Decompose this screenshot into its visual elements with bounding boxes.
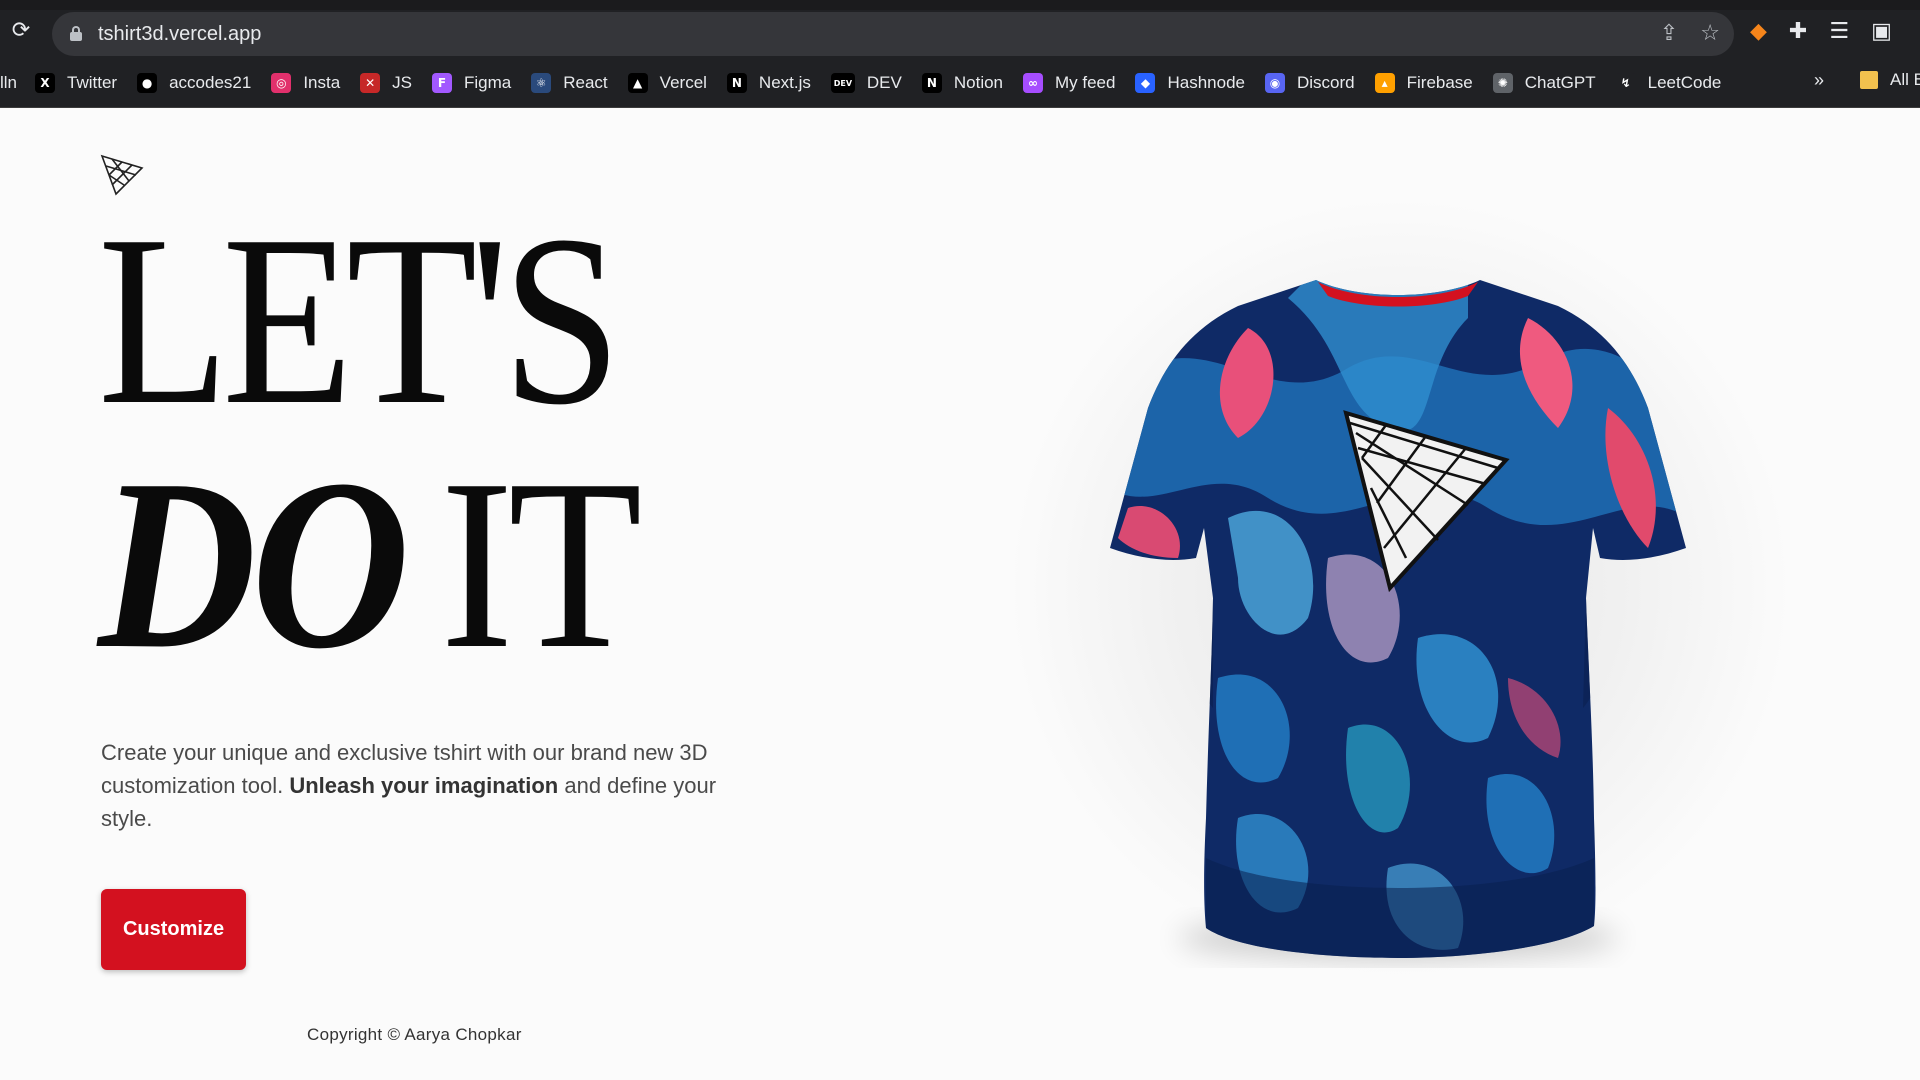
dailydev-icon: ∞ — [1023, 73, 1043, 93]
page-content: LET'S DO IT Create your unique and exclus… — [0, 108, 1920, 1080]
chatgpt-icon: ✺ — [1492, 73, 1513, 93]
bookmark-react[interactable]: ⚛ React — [521, 66, 617, 100]
extensions-icon[interactable]: ✚ — [1789, 20, 1807, 44]
bookmark-label: ChatGPT — [1524, 73, 1596, 92]
folder-icon — [1860, 71, 1878, 89]
tab-strip — [0, 0, 1920, 10]
bookmark-label: JS — [392, 73, 413, 92]
url-text[interactable]: tshirt3d.vercel.app — [98, 23, 261, 46]
bookmark-twitter[interactable]: X Twitter — [25, 66, 127, 100]
copyright-text: Copyright © Aarya Chopkar — [307, 1025, 522, 1044]
bookmark-label: Notion — [953, 73, 1003, 92]
bookmark-figma[interactable]: F Figma — [422, 66, 521, 100]
browser-toolbar: ⟳ tshirt3d.vercel.app ⇪ ☆ ◆ ✚ ☰ ▣ — [0, 0, 1920, 58]
hero-headline: LET'S DO IT — [98, 198, 697, 686]
share-icon[interactable]: ⇪ — [1660, 22, 1678, 46]
bookmark-my-feed[interactable]: ∞ My feed — [1013, 66, 1125, 100]
react-icon: ⚛ — [531, 73, 552, 93]
address-bar[interactable]: tshirt3d.vercel.app ⇪ ☆ — [52, 12, 1734, 56]
notion-icon: N — [921, 73, 942, 93]
customize-button[interactable]: Customize — [101, 889, 246, 970]
bookmark-notion[interactable]: N Notion — [912, 66, 1013, 100]
bookmarks-overflow-button[interactable]: » — [1814, 70, 1824, 91]
bookmark-label: Insta — [303, 73, 341, 92]
desc-bold-text: Unleash your imagination — [289, 773, 559, 798]
leetcode-icon: ↯ — [1615, 73, 1636, 93]
bookmark-star-icon[interactable]: ☆ — [1700, 22, 1720, 46]
x-icon: X — [35, 73, 56, 93]
hero-description: Create your unique and exclusive tshirt … — [101, 736, 741, 835]
js-icon: ✕ — [360, 73, 381, 93]
reload-icon[interactable]: ⟳ — [10, 20, 32, 42]
bookmark-vercel[interactable]: ▲ Vercel — [618, 66, 717, 100]
bookmark-js[interactable]: ✕ JS — [350, 66, 422, 100]
bookmark-label: Next.js — [758, 73, 811, 92]
bookmark-accodes21[interactable]: ● accodes21 — [127, 66, 261, 100]
bookmark-lln[interactable]: lln — [0, 66, 25, 100]
figma-icon: F — [432, 73, 453, 93]
bookmark-insta[interactable]: ◎ Insta — [261, 66, 350, 100]
headline-line-1: LET'S — [98, 185, 621, 455]
nextjs-icon: N — [726, 73, 747, 93]
bookmark-label: lln — [0, 73, 18, 92]
bookmark-label: Vercel — [659, 73, 707, 92]
discord-icon: ◉ — [1265, 73, 1285, 93]
bookmark-label: Twitter — [67, 73, 118, 92]
tshirt-3d-model[interactable] — [1088, 258, 1708, 968]
bookmark-label: Hashnode — [1167, 73, 1245, 92]
lock-icon[interactable] — [70, 26, 82, 41]
headline-it: IT — [440, 429, 642, 699]
all-bookmarks-label: All B — [1890, 70, 1920, 89]
metamask-icon[interactable]: ◆ — [1750, 20, 1767, 44]
firebase-icon: ▴ — [1374, 73, 1395, 93]
bookmark-label: React — [563, 73, 608, 92]
bookmark-hashnode[interactable]: ◆ Hashnode — [1125, 66, 1255, 100]
all-bookmarks-button[interactable]: All B — [1860, 70, 1920, 90]
bookmark-leetcode[interactable]: ↯ LeetCode — [1606, 66, 1732, 100]
bookmark-next-js[interactable]: N Next.js — [717, 66, 821, 100]
instagram-icon: ◎ — [271, 73, 292, 93]
bookmark-discord[interactable]: ◉ Discord — [1255, 66, 1365, 100]
bookmark-label: Firebase — [1406, 73, 1473, 92]
bookmark-dev[interactable]: DEV DEV — [821, 66, 912, 100]
bookmark-label: My feed — [1055, 73, 1116, 92]
vercel-icon: ▲ — [627, 73, 648, 93]
bookmark-firebase[interactable]: ▴ Firebase — [1365, 66, 1483, 100]
hashnode-icon: ◆ — [1135, 73, 1156, 93]
bookmarks-bar: lln X Twitter ● accodes21 ◎ Insta ✕ JS F Figma ⚛ Rea… — [0, 58, 1920, 108]
bookmark-label: Discord — [1297, 73, 1355, 92]
bookmark-label: DEV — [866, 73, 902, 92]
side-panel-icon[interactable]: ▣ — [1871, 20, 1892, 44]
bookmark-chatgpt[interactable]: ✺ ChatGPT — [1483, 66, 1606, 100]
dev-icon: DEV — [830, 73, 855, 93]
bookmark-label: Figma — [464, 73, 512, 92]
bookmark-label: LeetCode — [1647, 73, 1722, 92]
headline-line-2: DO IT — [98, 442, 642, 686]
headline-do: DO — [98, 429, 410, 699]
bookmark-label: accodes21 — [169, 73, 252, 92]
reading-list-icon[interactable]: ☰ — [1829, 20, 1849, 44]
github-icon: ● — [137, 73, 158, 93]
